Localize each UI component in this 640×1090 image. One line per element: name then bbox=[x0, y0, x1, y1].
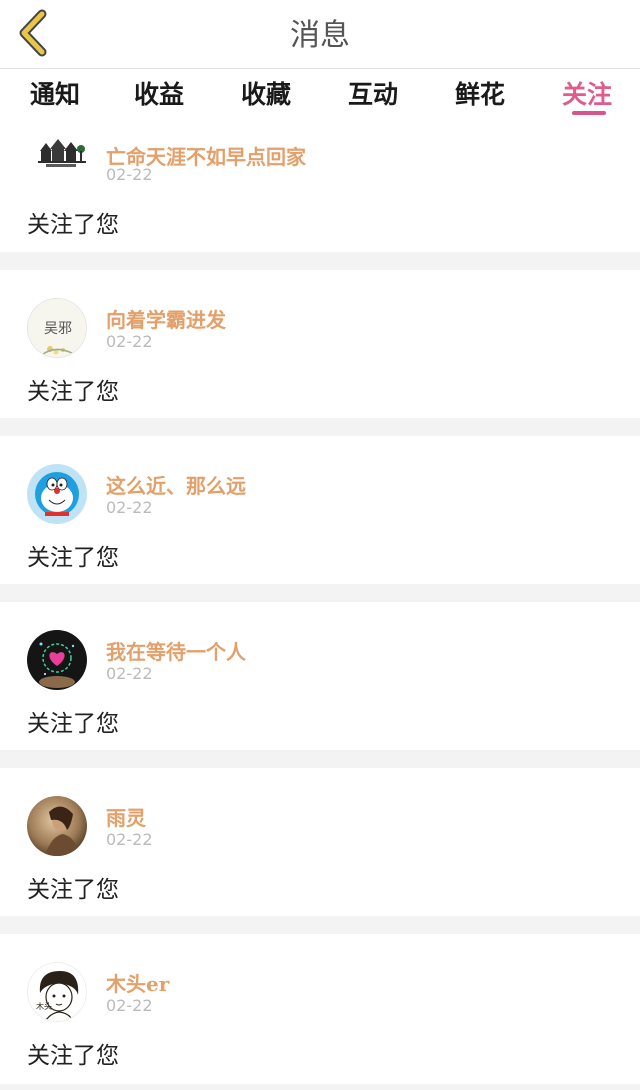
notification-text: 关注了您 bbox=[27, 711, 119, 737]
notification-text: 关注了您 bbox=[27, 1043, 119, 1069]
houses-logo-icon bbox=[38, 133, 86, 173]
username[interactable]: 木头er bbox=[106, 968, 169, 997]
sketch-girl-avatar: 木头 bbox=[28, 963, 86, 1021]
avatar[interactable]: 吴邪 bbox=[27, 298, 87, 358]
timestamp: 02-22 bbox=[106, 498, 153, 517]
avatar[interactable]: 木头 bbox=[27, 962, 87, 1022]
timestamp: 02-22 bbox=[106, 664, 153, 683]
notification-text: 关注了您 bbox=[27, 212, 119, 238]
tab-favorites[interactable]: 收藏 bbox=[211, 75, 321, 111]
tab-follow[interactable]: 关注 bbox=[532, 75, 640, 111]
calligraphy-flower-avatar: 吴邪 bbox=[28, 299, 86, 357]
doraemon-avatar bbox=[27, 464, 87, 524]
avatar[interactable] bbox=[27, 630, 87, 690]
list-item[interactable]: 木头 木头er 02-22 关注了您 bbox=[0, 934, 640, 1084]
notification-text: 关注了您 bbox=[27, 379, 119, 405]
timestamp: 02-22 bbox=[106, 332, 153, 351]
svg-text:木头: 木头 bbox=[36, 1001, 52, 1011]
top-bar: 消息 bbox=[0, 0, 640, 69]
list-item[interactable]: 吴邪 向着学霸进发 02-22 关注了您 bbox=[0, 270, 640, 418]
sepia-portrait-avatar bbox=[27, 796, 87, 856]
list-item[interactable]: 我在等待一个人 02-22 关注了您 bbox=[0, 602, 640, 750]
page-title: 消息 bbox=[290, 18, 350, 53]
tab-interaction[interactable]: 互动 bbox=[318, 75, 428, 111]
list-item[interactable]: 这么近、那么远 02-22 关注了您 bbox=[0, 436, 640, 584]
list-item[interactable]: 亡命天涯不如早点回家 02-22 关注了您 bbox=[0, 121, 640, 252]
username[interactable]: 雨灵 bbox=[106, 802, 146, 831]
username[interactable]: 我在等待一个人 bbox=[106, 636, 246, 665]
timestamp: 02-22 bbox=[106, 996, 153, 1015]
active-tab-indicator bbox=[572, 111, 606, 115]
notification-text: 关注了您 bbox=[27, 877, 119, 903]
username[interactable]: 这么近、那么远 bbox=[106, 470, 246, 499]
list-item[interactable]: 雨灵 02-22 关注了您 bbox=[0, 768, 640, 916]
dark-heart-avatar bbox=[27, 630, 87, 690]
tab-earnings[interactable]: 收益 bbox=[104, 75, 214, 111]
svg-text:吴邪: 吴邪 bbox=[44, 321, 72, 337]
timestamp: 02-22 bbox=[106, 830, 153, 849]
avatar[interactable] bbox=[27, 464, 87, 524]
avatar[interactable] bbox=[38, 133, 86, 173]
timestamp: 02-22 bbox=[106, 165, 153, 184]
tab-bar: 通知 收益 收藏 互动 鲜花 关注 bbox=[0, 69, 640, 121]
tab-notice[interactable]: 通知 bbox=[0, 75, 110, 111]
tab-flowers[interactable]: 鲜花 bbox=[425, 75, 535, 111]
username[interactable]: 向着学霸进发 bbox=[106, 304, 226, 333]
notification-text: 关注了您 bbox=[27, 545, 119, 571]
avatar[interactable] bbox=[27, 796, 87, 856]
